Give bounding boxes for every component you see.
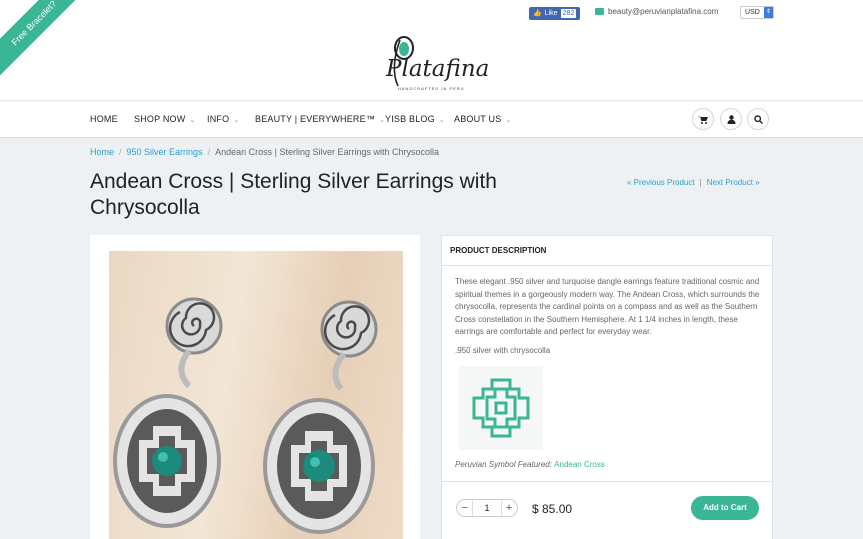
previous-product-link[interactable]: « Previous Product [627, 178, 695, 187]
currency-value: USD [745, 9, 760, 16]
nav-home[interactable]: HOME [90, 114, 118, 124]
contact-email-text: beauty@peruvianplatafina.com [608, 7, 719, 16]
nav-beauty-label: BEAUTY | EVERYWHERE™ [255, 114, 376, 124]
select-arrows-icon: ⇕ [764, 7, 773, 18]
main-navigation: HOME SHOP NOW ⌄ INFO ⌄ BEAUTY | EVERYWHERE… [0, 100, 863, 138]
breadcrumb-home[interactable]: Home [90, 147, 114, 157]
nav-about-us[interactable]: ABOUT US ⌄ [454, 114, 512, 124]
chevron-down-icon: ⌄ [438, 117, 445, 124]
facebook-like-button[interactable]: 👍 Like 282 [529, 7, 581, 20]
symbol-link[interactable]: Andean Cross [554, 460, 605, 469]
chevron-down-icon: ⌄ [233, 117, 240, 124]
free-bracelet-label: Free Bracelet? [9, 0, 59, 48]
product-image-card [90, 235, 420, 539]
breadcrumb-current: Andean Cross | Sterling Silver Earrings … [215, 147, 440, 157]
product-description-heading: PRODUCT DESCRIPTION [442, 236, 772, 266]
thumbs-up-icon: 👍 [533, 10, 542, 17]
quantity-decrease-button[interactable]: − [458, 501, 473, 516]
breadcrumb-separator: / [207, 147, 211, 157]
product-nav-separator: | [699, 178, 702, 187]
symbol-caption-label: Peruvian Symbol Featured: [455, 460, 552, 469]
search-icon [753, 114, 763, 124]
facebook-like-label: Like [544, 10, 558, 17]
quantity-stepper: − 1 + [456, 499, 518, 517]
nav-beauty-everywhere[interactable]: BEAUTY | EVERYWHERE™ ⌄ [255, 114, 385, 124]
nav-info-label: INFO [207, 114, 230, 124]
chevron-down-icon[interactable]: ⌄ [11, 10, 19, 18]
currency-select[interactable]: USD ⇕ [740, 6, 774, 19]
product-price: $ 85.00 [532, 502, 573, 516]
andean-cross-symbol [459, 366, 543, 450]
nav-shop-now[interactable]: SHOP NOW ⌄ [134, 114, 196, 124]
add-to-cart-button[interactable]: Add to Cart [691, 496, 759, 520]
search-button[interactable] [747, 108, 769, 130]
cart-button[interactable] [692, 108, 714, 130]
quantity-increase-button[interactable]: + [501, 501, 516, 516]
nav-about-label: ABOUT US [454, 114, 502, 124]
andean-cross-icon [472, 378, 530, 438]
symbol-caption: Peruvian Symbol Featured: Andean Cross [455, 460, 605, 469]
product-description-card: PRODUCT DESCRIPTION These elegant .950 s… [441, 235, 773, 539]
earrings-illustration [113, 297, 378, 534]
brand-name: Platafina [386, 56, 490, 82]
right-earring [263, 300, 378, 534]
next-product-link[interactable]: Next Product » [707, 178, 760, 187]
breadcrumb: Home / 950 Silver Earrings / Andean Cross | … [90, 147, 439, 157]
nav-blog-label: YISB BLOG [385, 114, 435, 124]
nav-yisb-blog[interactable]: YISB BLOG ⌄ [385, 114, 445, 124]
product-title: Andean Cross | Sterling Silver Earrings … [90, 170, 497, 219]
left-earring [113, 297, 223, 528]
chevron-down-icon: ⌄ [189, 117, 196, 124]
facebook-like-count: 282 [560, 9, 577, 18]
product-description-text: These elegant .950 silver and turquoise … [455, 277, 760, 337]
quantity-input[interactable]: 1 [475, 503, 499, 513]
nav-shop-now-label: SHOP NOW [134, 114, 186, 124]
purchase-row: − 1 + $ 85.00 Add to Cart [442, 481, 772, 531]
contact-email[interactable]: beauty@peruvianplatafina.com [595, 7, 718, 16]
brand-tagline: HANDCRAFTED IN PERU [398, 86, 465, 91]
mail-icon [595, 8, 604, 15]
nav-home-label: HOME [90, 114, 118, 124]
breadcrumb-separator: / [119, 147, 122, 157]
product-pagination: « Previous Product | Next Product » [627, 178, 760, 187]
header-top: Free Bracelet? ⌄ 👍 Like 282 beauty@peruv… [0, 0, 863, 100]
breadcrumb-category[interactable]: 950 Silver Earrings [127, 147, 203, 157]
chevron-down-icon: ⌄ [505, 117, 512, 124]
user-icon [727, 114, 735, 124]
product-photo[interactable] [109, 251, 403, 539]
account-button[interactable] [720, 108, 742, 130]
product-material: .950 silver with chrysocolla [455, 346, 551, 355]
cart-icon [698, 115, 708, 124]
nav-info[interactable]: INFO ⌄ [207, 114, 239, 124]
